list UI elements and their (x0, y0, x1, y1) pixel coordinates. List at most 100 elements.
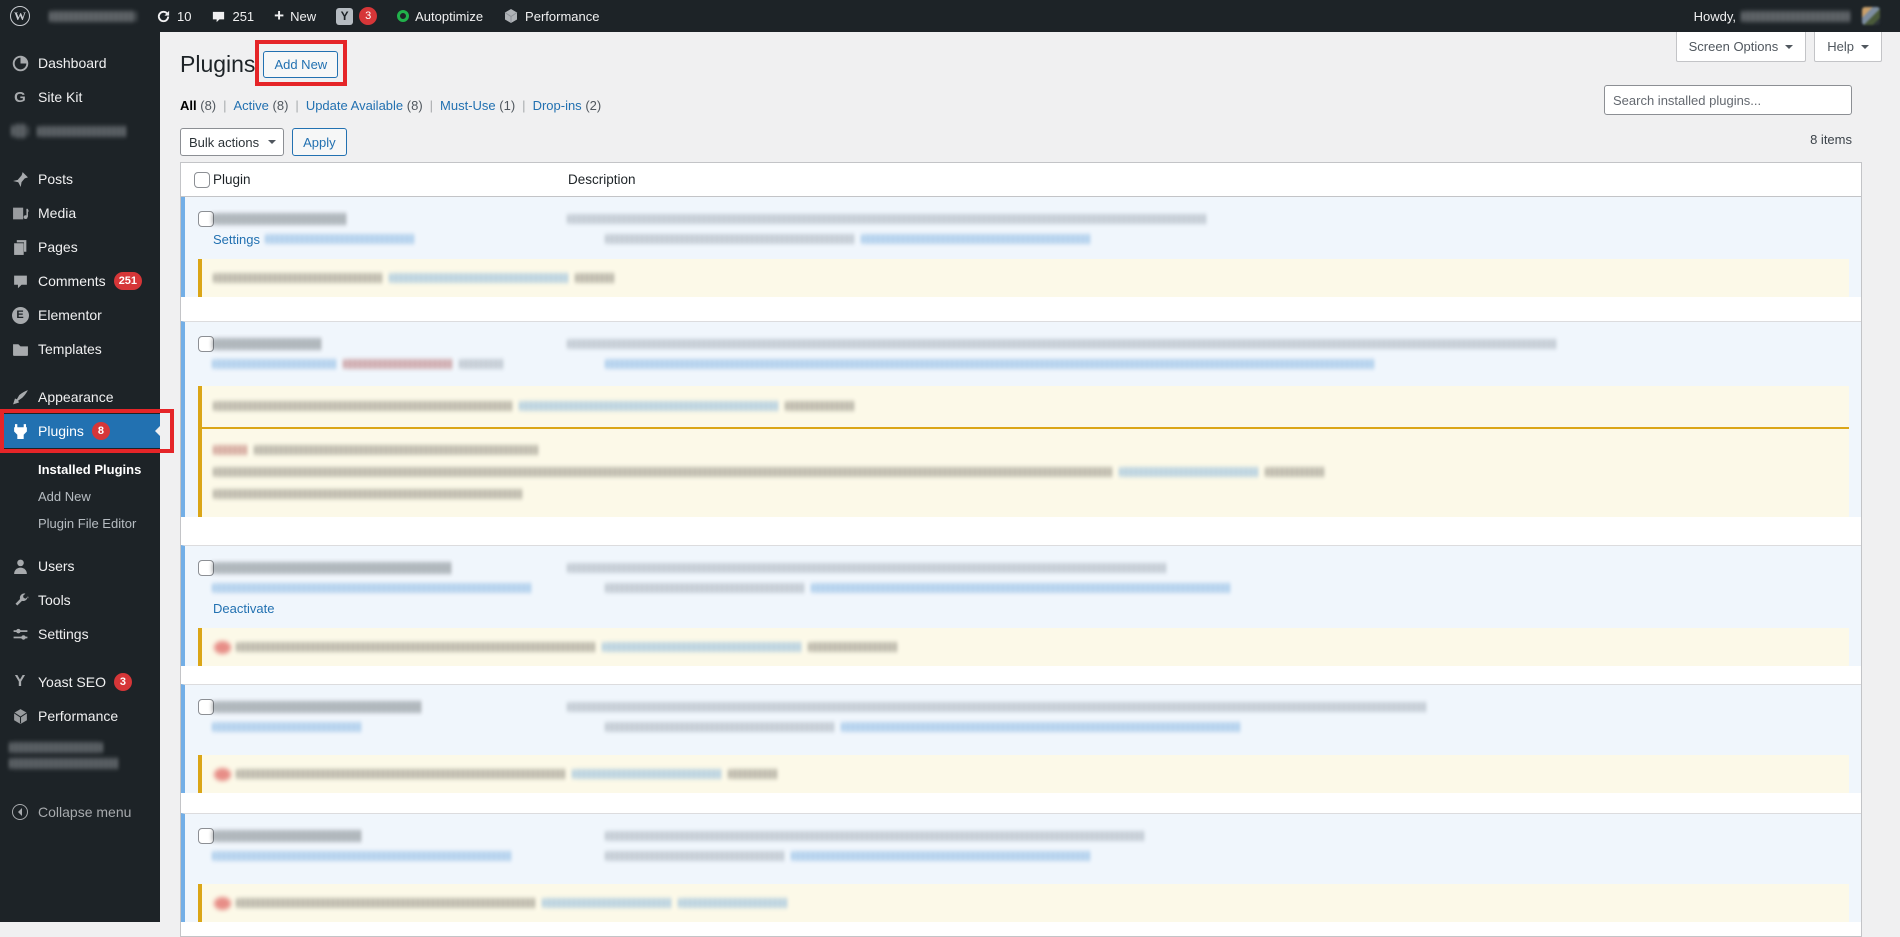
help-button[interactable]: Help (1814, 32, 1882, 62)
deactivate-link[interactable]: Deactivate (213, 601, 274, 616)
plugin-update-notice (198, 259, 1849, 297)
plugin-row (181, 321, 1861, 517)
description-cell (568, 209, 1861, 249)
sidebar-item-users[interactable]: Users (0, 549, 160, 583)
row-checkbox[interactable] (198, 699, 214, 715)
sidebar-item-site-kit[interactable]: GSite Kit (0, 80, 160, 114)
sidebar-item-media[interactable]: Media (0, 196, 160, 230)
blurred-text (606, 234, 856, 244)
wordpress-menu[interactable]: W (0, 0, 40, 32)
blurred-text (606, 831, 1146, 841)
sidebar-item-label: Posts (38, 171, 73, 187)
text-line (606, 229, 1837, 249)
new-content-button[interactable]: + New (264, 0, 326, 32)
bulk-actions-select[interactable]: Bulk actions (180, 128, 284, 156)
sidebar-item-collapse-menu[interactable]: Collapse menu (0, 795, 160, 829)
admin-sidebar: DashboardGSite Kit Posts MediaPagesComment… (0, 32, 160, 922)
yoast-menu[interactable]: Y 3 (326, 0, 387, 32)
blurred-text (390, 273, 570, 283)
yoast-notification-badge: 3 (359, 7, 377, 25)
text-line (213, 578, 568, 598)
site-name-link[interactable] (40, 0, 146, 32)
autoptimize-label: Autoptimize (415, 9, 483, 24)
sidebar-item-plugins[interactable]: Plugins8 (0, 414, 160, 448)
select-all-checkbox[interactable] (194, 172, 210, 188)
blurred-text (214, 467, 1114, 477)
blurred-text (573, 769, 723, 779)
settings-link[interactable]: Settings (213, 232, 260, 247)
media-icon (10, 203, 30, 223)
row-checkbox[interactable] (198, 560, 214, 576)
sidebar-item-label: Yoast SEO (38, 674, 106, 690)
submenu-item-installed-plugins[interactable]: Installed Plugins (0, 456, 160, 483)
blurred-text (842, 722, 1242, 732)
comments-link[interactable]: 251 (201, 0, 264, 32)
text-line (214, 439, 1837, 461)
filter-separator: | (223, 98, 226, 113)
sidebar-item-templates[interactable]: Templates (0, 332, 160, 366)
my-account-menu[interactable]: Howdy, (1684, 0, 1890, 32)
plugins-table: Plugin Description SettingsDeactivate (180, 162, 1862, 937)
row-checkbox[interactable] (198, 828, 214, 844)
sidebar-item-pages[interactable]: Pages (0, 230, 160, 264)
filter-active[interactable]: Active (8) (234, 98, 289, 113)
sidebar-item-label: Settings (38, 626, 89, 642)
filter-all[interactable]: All (8) (180, 98, 216, 113)
update-count-badge: 8 (92, 422, 110, 440)
warning-icon (214, 641, 231, 654)
bulk-actions-row: Bulk actions Apply (180, 128, 347, 156)
filter-separator: | (295, 98, 298, 113)
pages-icon (10, 237, 30, 257)
filter-must-use[interactable]: Must-Use (1) (440, 98, 515, 113)
autoptimize-menu[interactable]: Autoptimize (387, 0, 493, 32)
plugin-cell (213, 826, 568, 866)
chevron-down-icon (268, 140, 276, 148)
row-checkbox[interactable] (198, 336, 214, 352)
performance-label: Performance (525, 9, 599, 24)
blurred-text (862, 234, 1092, 244)
plugin-row: Deactivate (181, 545, 1861, 666)
blurred-plugin-icon (10, 121, 30, 141)
add-new-button[interactable]: Add New (263, 51, 338, 78)
sidebar-item-settings[interactable]: Settings (0, 617, 160, 651)
plugin-update-notice (198, 755, 1849, 793)
screen-meta: Screen Options Help (1676, 32, 1882, 62)
redacted-label (10, 758, 120, 769)
sidebar-item-dashboard[interactable]: Dashboard (0, 46, 160, 80)
templates-icon (10, 339, 30, 359)
sidebar-item-appearance[interactable]: Appearance (0, 380, 160, 414)
sidebar-item-tools[interactable]: Tools (0, 583, 160, 617)
updates-count: 10 (177, 9, 191, 24)
submenu-item-add-new[interactable]: Add New (0, 483, 160, 510)
update-count-badge: 3 (114, 673, 132, 691)
menu-separator (0, 651, 160, 665)
blurred-text (606, 722, 836, 732)
search-input[interactable] (1604, 85, 1852, 115)
collapse-icon (10, 802, 30, 822)
blurred-text (214, 445, 249, 455)
filter-drop-ins[interactable]: Drop-ins (2) (533, 98, 602, 113)
sidebar-item-comments[interactable]: Comments251 (0, 264, 160, 298)
menu-separator (0, 777, 160, 795)
text-line (568, 558, 1837, 578)
apply-button[interactable]: Apply (292, 128, 347, 156)
row-checkbox[interactable] (198, 211, 214, 227)
sidebar-item-redacted[interactable] (0, 733, 160, 777)
description-cell (568, 826, 1861, 866)
sidebar-item-label: Performance (38, 708, 118, 724)
performance-menu[interactable]: Performance (493, 0, 609, 32)
updates-link[interactable]: 10 (146, 0, 201, 32)
sidebar-item-elementor[interactable]: EElementor (0, 298, 160, 332)
filter-update-available[interactable]: Update Available (8) (306, 98, 423, 113)
sidebar-item-posts[interactable]: Posts (0, 162, 160, 196)
sidebar-item-performance[interactable]: Performance (0, 699, 160, 733)
plugin-name-redacted (213, 826, 568, 846)
warning-icon (214, 897, 231, 910)
screen-options-button[interactable]: Screen Options (1676, 32, 1807, 62)
yoast-icon: Y (336, 8, 353, 25)
text-line (606, 354, 1837, 374)
sidebar-item-yoast-seo[interactable]: YYoast SEO3 (0, 665, 160, 699)
sidebar-item-redacted[interactable] (0, 114, 160, 148)
submenu-item-plugin-file-editor[interactable]: Plugin File Editor (0, 510, 160, 537)
plugin-row (181, 684, 1861, 793)
